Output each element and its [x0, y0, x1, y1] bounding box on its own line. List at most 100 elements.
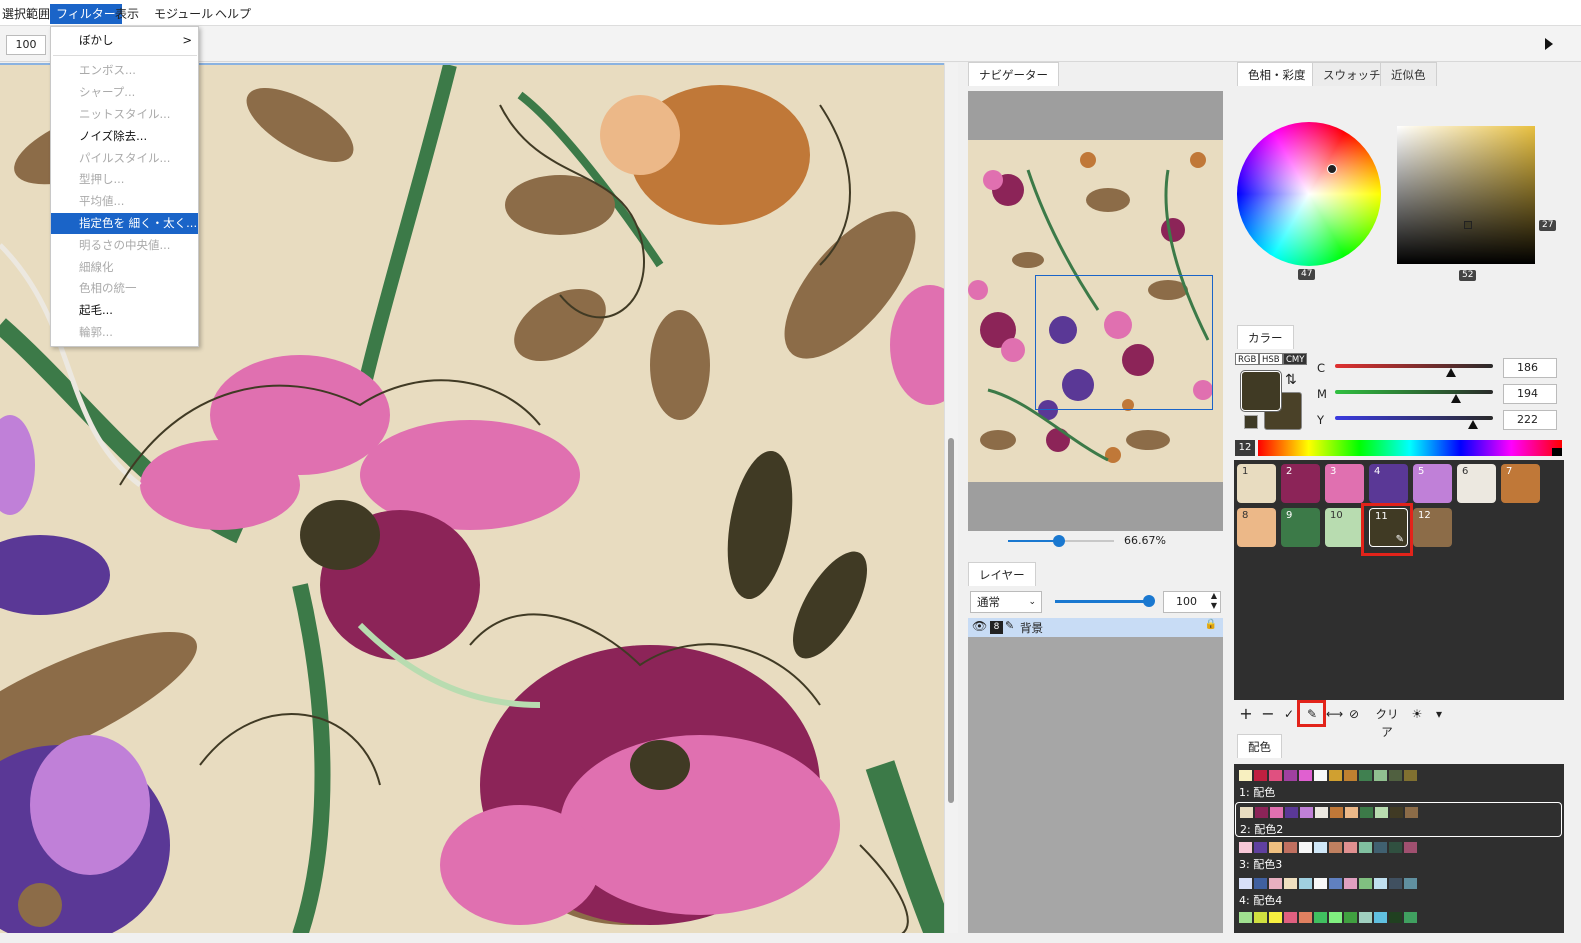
color-scheme-item[interactable]: 4: 配色4 [1235, 874, 1562, 909]
hue-wheel[interactable] [1237, 122, 1381, 266]
slider-c-label: C [1317, 361, 1326, 375]
swatch-8[interactable]: 8 [1237, 508, 1276, 547]
none-swatch-button[interactable]: ⊘ [1347, 705, 1361, 723]
color-scheme-item[interactable]: 2: 配色2 [1235, 802, 1562, 837]
filter-denoise[interactable]: ノイズ除去... [51, 126, 198, 147]
scheme-chip [1344, 912, 1357, 923]
opacity-input[interactable]: 100 ▲ ▼ [1163, 591, 1221, 613]
scheme-chip [1374, 878, 1387, 889]
slider-c-input[interactable]: 186 [1503, 358, 1557, 378]
scheme-chip [1269, 878, 1282, 889]
swatch-12[interactable]: 12 [1413, 508, 1452, 547]
color-scheme-item[interactable] [1235, 908, 1562, 943]
tab-layers[interactable]: レイヤー [968, 562, 1036, 586]
default-color-swatch[interactable] [1244, 415, 1258, 429]
clear-button[interactable]: クリア [1370, 705, 1404, 739]
slider-m-track[interactable] [1335, 390, 1493, 394]
sv-picker-marker[interactable] [1464, 221, 1472, 229]
foreground-color-swatch[interactable] [1240, 370, 1282, 412]
scheme-chip [1239, 912, 1252, 923]
slider-y[interactable]: Y 222 [1317, 410, 1557, 430]
tab-color-schemes[interactable]: 配色 [1237, 734, 1282, 758]
slider-c-knob[interactable] [1446, 368, 1456, 377]
tab-navigator[interactable]: ナビゲーター [968, 62, 1059, 86]
saturation-value-box[interactable] [1397, 126, 1535, 264]
mode-hsb[interactable]: HSB [1259, 353, 1283, 365]
swap-swatch-button[interactable]: ⟷ [1326, 705, 1343, 723]
tab-color[interactable]: カラー [1237, 325, 1294, 349]
pencil-icon[interactable]: ✎ [1005, 619, 1014, 632]
scheme-chip [1404, 912, 1417, 923]
spectrum-black[interactable] [1552, 448, 1562, 456]
more-dropdown-icon[interactable]: ▾ [1432, 705, 1446, 723]
stepper-icon[interactable]: ▲ ▼ [1211, 591, 1217, 611]
scheme-chip [1404, 878, 1417, 889]
scheme-chip [1314, 912, 1327, 923]
scrollbar-thumb[interactable] [948, 438, 954, 803]
slider-m-input[interactable]: 194 [1503, 384, 1557, 404]
swatch-number: 1 [1242, 466, 1249, 477]
layer-row[interactable]: 👁 8 ✎ 背景 🔒 [968, 618, 1223, 637]
menu-view[interactable]: 表示 [109, 4, 145, 24]
menu-help[interactable]: ヘルプ [209, 4, 257, 24]
swatch-5[interactable]: 5 [1413, 464, 1452, 503]
swatch-1[interactable]: 1 [1237, 464, 1276, 503]
slider-y-input[interactable]: 222 [1503, 410, 1557, 430]
slider-c[interactable]: C 186 [1317, 358, 1557, 378]
navigator-viewport-rect[interactable] [1035, 275, 1213, 410]
menu-selection[interactable]: 選択範囲 [0, 4, 56, 24]
color-scheme-item[interactable]: 1: 配色 [1235, 766, 1562, 801]
scheme-name: 3: 配色3 [1239, 858, 1283, 871]
navigator-zoom-value: 66.67% [1124, 534, 1166, 547]
add-swatch-button[interactable]: + [1238, 705, 1254, 723]
canvas-scrollbar[interactable] [944, 63, 958, 933]
filter-thin-thick-color[interactable]: 指定色を 細く・太く... [51, 213, 198, 234]
filter-raise-nap[interactable]: 起毛... [51, 300, 198, 321]
zoom-input[interactable]: 100 [6, 35, 46, 55]
swatch-4[interactable]: 4 [1369, 464, 1408, 503]
swatch-7[interactable]: 7 [1501, 464, 1540, 503]
scheme-chip [1255, 807, 1268, 818]
scheme-chip [1254, 842, 1267, 853]
scheme-chip [1344, 770, 1357, 781]
sv-side-badge: 27 [1539, 220, 1557, 231]
scheme-chip [1299, 912, 1312, 923]
scheme-chips [1239, 770, 1417, 781]
slider-c-track[interactable] [1335, 364, 1493, 368]
swap-colors-icon[interactable]: ⇅ [1285, 372, 1297, 388]
hue-picker-dot[interactable] [1327, 164, 1337, 174]
swatch-9[interactable]: 9 [1281, 508, 1320, 547]
swatch-2[interactable]: 2 [1281, 464, 1320, 503]
opacity-slider-knob[interactable] [1143, 595, 1155, 607]
tab-hue-saturation[interactable]: 色相・彩度 [1237, 62, 1317, 86]
divider [958, 63, 966, 933]
apply-swatch-button[interactable]: ✓ [1282, 705, 1296, 723]
lock-icon[interactable]: 🔒 [1205, 619, 1217, 630]
slider-m[interactable]: M 194 [1317, 384, 1557, 404]
scheme-chip [1374, 912, 1387, 923]
brightness-icon[interactable]: ☀ [1410, 705, 1424, 723]
expand-arrow-icon[interactable] [1545, 38, 1553, 50]
slider-y-label: Y [1317, 413, 1325, 427]
color-scheme-item[interactable]: 3: 配色3 [1235, 838, 1562, 873]
swatch-6[interactable]: 6 [1457, 464, 1496, 503]
mode-rgb[interactable]: RGB [1235, 353, 1260, 365]
swatch-number: 5 [1418, 466, 1425, 477]
swatch-3[interactable]: 3 [1325, 464, 1364, 503]
swatch-10[interactable]: 10 [1325, 508, 1364, 547]
navigator-zoom-knob[interactable] [1053, 535, 1065, 547]
color-spectrum-bar[interactable] [1258, 440, 1562, 456]
mode-cmy[interactable]: CMY [1283, 353, 1308, 365]
opacity-slider-track[interactable] [1055, 600, 1150, 603]
slider-m-knob[interactable] [1451, 394, 1461, 403]
slider-y-knob[interactable] [1468, 420, 1478, 429]
blend-mode-select[interactable]: 通常 ⌄ [970, 591, 1042, 613]
scheme-chip [1299, 878, 1312, 889]
eye-icon[interactable]: 👁 [972, 619, 987, 633]
remove-swatch-button[interactable]: − [1260, 705, 1276, 723]
scheme-chip [1389, 770, 1402, 781]
scheme-chip [1389, 878, 1402, 889]
tab-similar-colors[interactable]: 近似色 [1380, 62, 1437, 86]
scheme-chip [1375, 807, 1388, 818]
filter-blur[interactable]: ぼかし > [51, 30, 198, 51]
